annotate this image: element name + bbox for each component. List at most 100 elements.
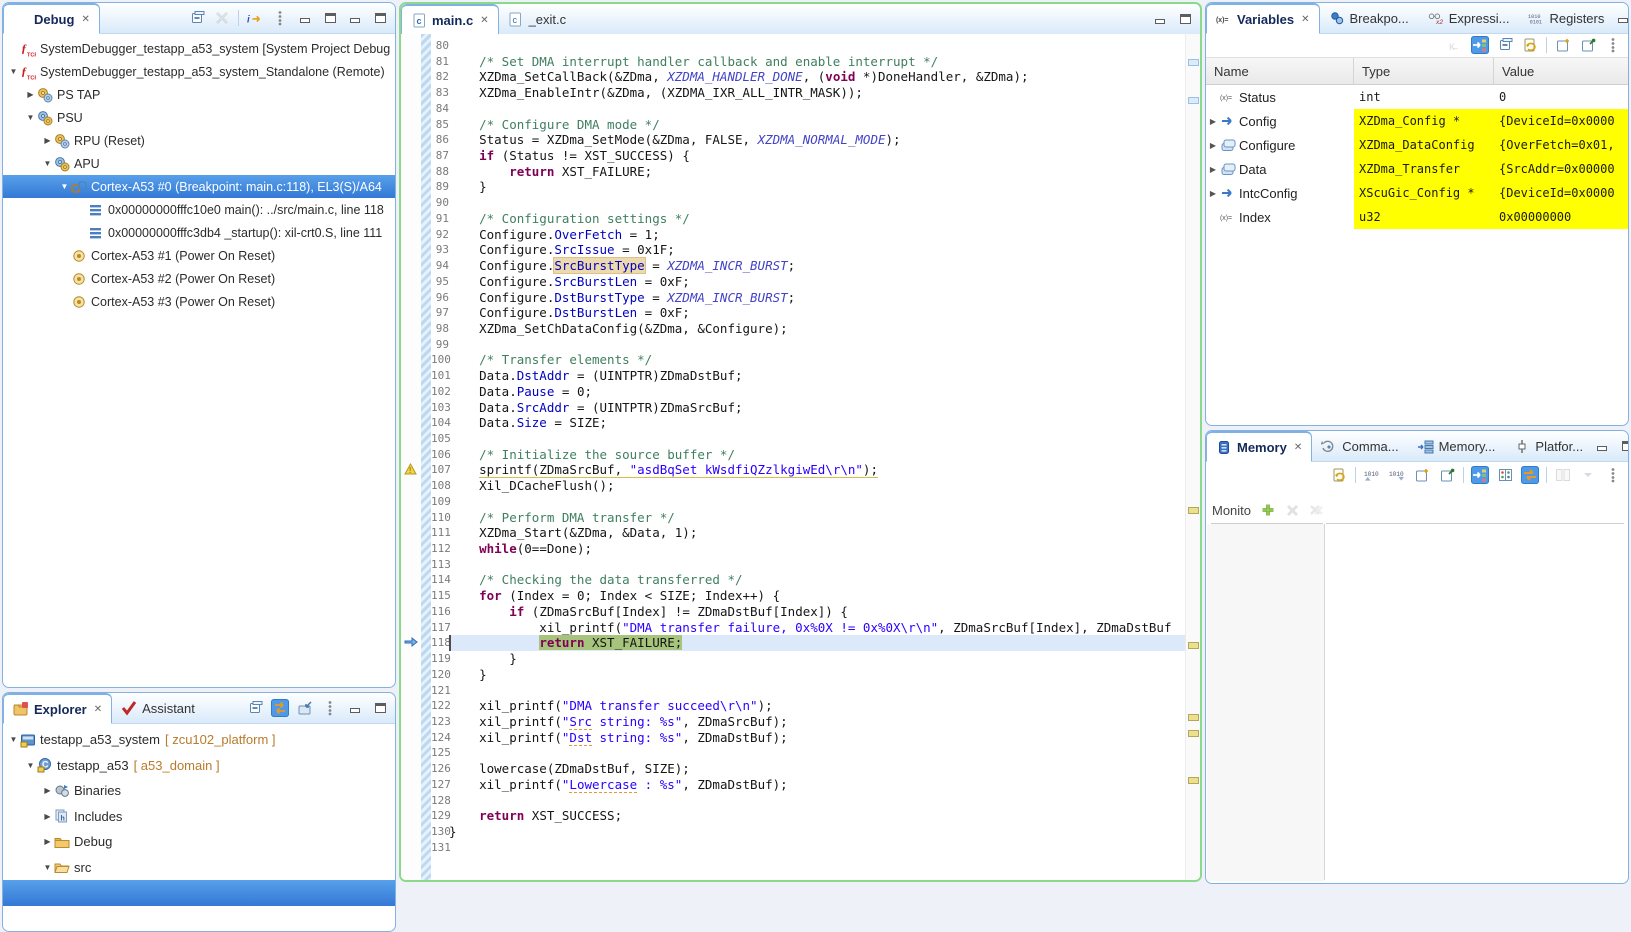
code-line[interactable]: xil_printf("DMA transfer failure, 0x%0X … [449, 620, 1186, 636]
minimize-button[interactable] [1614, 9, 1629, 27]
code-line[interactable]: sprintf(ZDmaSrcBuf, "asdBqSet kWsdfiQZzl… [449, 462, 1186, 478]
tree-item-apu[interactable]: ▼APU [3, 152, 395, 175]
tree-item-binaries[interactable]: ▶Binaries [3, 778, 395, 804]
line-number[interactable]: 92 [431, 227, 449, 243]
dropdown-caret-button[interactable] [1579, 466, 1597, 484]
split-pane-button[interactable] [1554, 466, 1572, 484]
tree-item-ps-tap[interactable]: ▶PS TAP [3, 83, 395, 106]
twistie-icon[interactable]: ▼ [7, 67, 20, 76]
remove-all-terminated-button[interactable] [213, 9, 231, 27]
code-line[interactable]: } [449, 651, 1186, 667]
twistie-icon[interactable]: ▶ [1206, 165, 1220, 174]
remove-monitor-button[interactable] [1283, 501, 1301, 519]
warning-marker-icon[interactable]: ! [404, 463, 418, 477]
variable-row-status[interactable]: (x)=Statusint0 [1206, 85, 1628, 109]
line-number[interactable]: 129 [431, 808, 449, 824]
maximize-button[interactable] [371, 699, 389, 717]
code-line[interactable]: Xil_DCacheFlush(); [449, 478, 1186, 494]
twistie-icon[interactable]: ▶ [41, 837, 54, 846]
line-number[interactable]: 112 [431, 541, 449, 557]
tree-item-src[interactable]: ▼src [3, 855, 395, 881]
code-line[interactable] [449, 683, 1186, 699]
line-number[interactable]: 90 [431, 195, 449, 211]
code-editor[interactable]: ! 80818283848586878889909192939495969798… [401, 34, 1200, 880]
twistie-icon[interactable]: ▶ [1206, 189, 1220, 198]
code-line[interactable]: } [449, 179, 1186, 195]
tree-item-0x00000000fffc3db4-startup-xil-crt0-s-li[interactable]: 0x00000000fffc3db4 _startup(): xil-crt0.… [3, 221, 395, 244]
tree-item-cortex-a53-0-breakpoint-main-c-118-el3-s[interactable]: ▼Cortex-A53 #0 (Breakpoint: main.c:118),… [3, 175, 395, 198]
tab--exit-c[interactable]: c_exit.c [499, 4, 577, 34]
code-line[interactable]: /* Transfer elements */ [449, 352, 1186, 368]
code-line[interactable] [449, 745, 1186, 761]
line-number[interactable]: 84 [431, 101, 449, 117]
code-line[interactable]: Configure.SrcIssue = 0x1F; [449, 242, 1186, 258]
code-line[interactable]: /* Perform DMA transfer */ [449, 510, 1186, 526]
line-number[interactable]: 97 [431, 305, 449, 321]
code-line[interactable]: XZDma_Start(&ZDma, &Data, 1); [449, 525, 1186, 541]
variable-row-index[interactable]: (x)=Indexu320x00000000 [1206, 205, 1628, 229]
line-number[interactable]: 120 [431, 667, 449, 683]
tab-platfor-[interactable]: Platfor... [1505, 431, 1593, 461]
line-number[interactable]: 114 [431, 572, 449, 588]
code-line[interactable]: /* Configure DMA mode */ [449, 117, 1186, 133]
pin-view-button[interactable] [1579, 36, 1597, 54]
column-header-type[interactable]: Type [1354, 58, 1494, 84]
code-line[interactable]: Data.SrcAddr = (UINTPTR)ZDmaSrcBuf; [449, 400, 1186, 416]
line-number[interactable]: 124 [431, 730, 449, 746]
code-line[interactable]: } [449, 824, 1186, 840]
line-number[interactable]: 83 [431, 85, 449, 101]
tree-item[interactable] [3, 880, 395, 906]
minimize-button[interactable] [296, 9, 314, 27]
line-number[interactable]: 82 [431, 69, 449, 85]
twistie-icon[interactable]: ▼ [58, 182, 71, 191]
collapse-all-button[interactable] [246, 699, 264, 717]
code-line[interactable] [449, 38, 1186, 54]
tab-memory-[interactable]: Memory... [1409, 431, 1506, 461]
tab-expressi-[interactable]: x2Expressi... [1419, 3, 1520, 33]
tree-item-cortex-a53-1-power-on-reset-[interactable]: Cortex-A53 #1 (Power On Reset) [3, 244, 395, 267]
line-number[interactable]: 101 [431, 368, 449, 384]
code-line[interactable] [449, 494, 1186, 510]
collapse-all-button[interactable] [1496, 36, 1514, 54]
link-tree-button[interactable] [1471, 36, 1489, 54]
overview-annotation-mark[interactable] [1188, 507, 1199, 514]
code-line[interactable]: Data.Pause = 0; [449, 384, 1186, 400]
code-line[interactable]: XZDma_EnableIntr(&ZDma, (XZDMA_IXR_ALL_I… [449, 85, 1186, 101]
code-line[interactable]: return XST_SUCCESS; [449, 808, 1186, 824]
overview-annotation-mark[interactable] [1188, 642, 1199, 649]
overview-annotation-mark[interactable] [1188, 730, 1199, 737]
variable-row-config[interactable]: ▶ConfigXZDma_Config *{DeviceId=0x0000 [1206, 109, 1628, 133]
code-line[interactable]: Configure.SrcBurstLen = 0xF; [449, 274, 1186, 290]
code-line[interactable]: return XST_FAILURE; [449, 164, 1186, 180]
code-line[interactable]: Configure.OverFetch = 1; [449, 227, 1186, 243]
line-number[interactable]: 98 [431, 321, 449, 337]
close-icon[interactable]: ✕ [480, 15, 488, 26]
tab-main-c[interactable]: cmain.c✕ [401, 4, 499, 35]
export-1010-button[interactable]: 1010 [1388, 466, 1406, 484]
line-number[interactable]: 127 [431, 777, 449, 793]
line-number[interactable]: 108 [431, 478, 449, 494]
code-line[interactable]: if (Status != XST_SUCCESS) { [449, 148, 1186, 164]
tab-debug[interactable]: Debug ✕ [3, 3, 100, 34]
code-line[interactable]: while(0==Done); [449, 541, 1186, 557]
line-number[interactable]: 80 [431, 38, 449, 54]
line-number[interactable]: 125 [431, 745, 449, 761]
twistie-icon[interactable]: ▶ [41, 136, 54, 145]
refresh-doc-button[interactable] [1330, 466, 1348, 484]
minimize-button[interactable] [1151, 10, 1169, 28]
code-line[interactable] [449, 793, 1186, 809]
tab-variables[interactable]: (x)=Variables✕ [1206, 3, 1320, 34]
editor-marker-gutter[interactable]: ! [401, 34, 422, 880]
line-number[interactable]: 126 [431, 761, 449, 777]
line-number[interactable]: 81 [431, 54, 449, 70]
code-line[interactable] [449, 195, 1186, 211]
line-number[interactable]: 118 [431, 635, 449, 651]
code-line[interactable]: for (Index = 0; Index < SIZE; Index++) { [449, 588, 1186, 604]
code-line[interactable] [449, 101, 1186, 117]
line-number[interactable]: 122 [431, 698, 449, 714]
table-rendering-button[interactable] [1496, 466, 1514, 484]
close-icon[interactable]: ✕ [81, 14, 89, 25]
code-line[interactable]: xil_printf("Lowercase : %s", ZDmaDstBuf)… [449, 777, 1186, 793]
switch-layout-button[interactable] [1521, 466, 1539, 484]
tab-comma-[interactable]: Comma... [1312, 431, 1408, 461]
